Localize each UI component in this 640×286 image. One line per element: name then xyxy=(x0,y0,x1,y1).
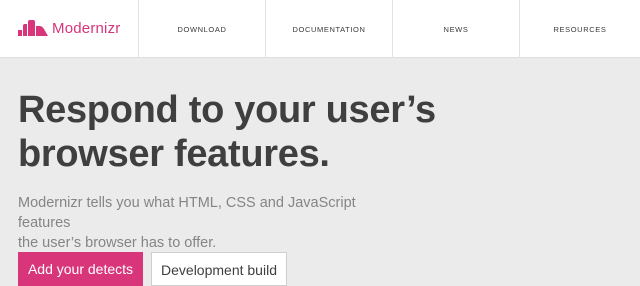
nav-news[interactable]: NEWS xyxy=(392,0,519,58)
nav-resources[interactable]: RESOURCES xyxy=(519,0,640,58)
add-detects-button[interactable]: Add your detects xyxy=(18,252,143,286)
nav-documentation[interactable]: DOCUMENTATION xyxy=(265,0,392,58)
brand-logo[interactable]: Modernizr xyxy=(18,17,121,39)
brand-name: Modernizr xyxy=(52,19,121,37)
nav-download[interactable]: DOWNLOAD xyxy=(138,0,265,58)
hero-headline-line1: Respond to your user’s xyxy=(18,89,436,131)
hero-headline: Respond to your user’s browser features. xyxy=(18,88,438,176)
modernizr-logo-icon xyxy=(18,20,48,36)
site-header: Modernizr DOWNLOAD DOCUMENTATION NEWS RE… xyxy=(0,0,640,58)
hero-subtext-line2: the user’s browser has to offer. xyxy=(18,235,217,251)
hero-headline-line2: browser features. xyxy=(18,133,330,175)
development-build-button[interactable]: Development build xyxy=(151,252,287,286)
hero-subtext-line1: Modernizr tells you what HTML, CSS and J… xyxy=(18,195,356,231)
hero-subtext: Modernizr tells you what HTML, CSS and J… xyxy=(18,193,408,253)
